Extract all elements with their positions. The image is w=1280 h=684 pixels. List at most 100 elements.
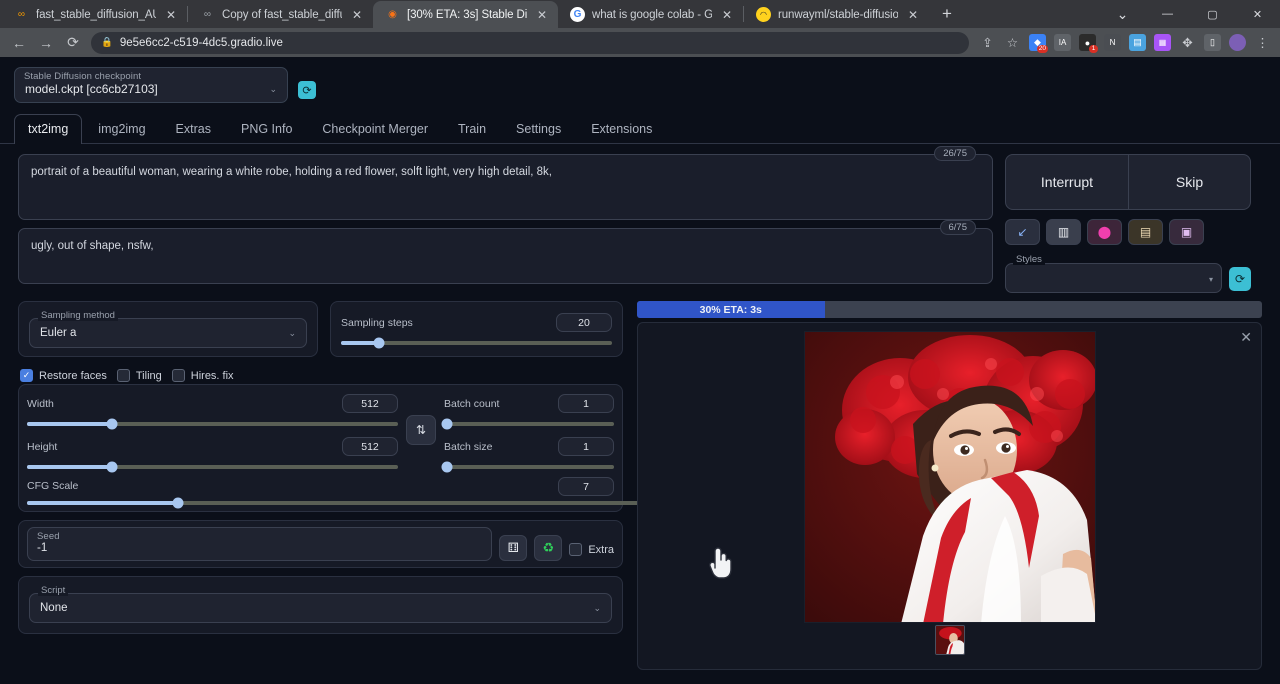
slider-knob[interactable] xyxy=(106,418,118,430)
extension-ia-icon[interactable]: IA xyxy=(1051,31,1074,54)
restore-progress-icon[interactable]: ↙ xyxy=(1005,219,1040,245)
toggle-row: ✓ Restore faces Tiling Hires. fix xyxy=(18,365,623,384)
negative-prompt-input[interactable]: ugly, out of shape, nsfw, 6/75 xyxy=(18,220,993,284)
batch-count-slider[interactable]: Batch count 1 xyxy=(441,391,614,430)
profile-avatar-icon[interactable] xyxy=(1226,31,1249,54)
slider-track[interactable] xyxy=(27,418,398,430)
tab-settings[interactable]: Settings xyxy=(502,114,575,144)
close-icon[interactable]: ✕ xyxy=(534,7,550,23)
seed-value: -1 xyxy=(37,542,48,554)
huggingface-icon: ◠ xyxy=(756,7,771,22)
slider-knob[interactable] xyxy=(373,337,385,349)
browser-tab-0[interactable]: ∞ fast_stable_diffusion_AUTOMA ✕ xyxy=(2,1,187,28)
browser-tab-1[interactable]: ∞ Copy of fast_stable_diffusion_ ✕ xyxy=(188,1,373,28)
window-more-icon[interactable]: ⌄ xyxy=(1100,0,1145,28)
sampling-method-field[interactable]: Sampling method Euler a ⌄ xyxy=(29,310,307,348)
share-icon[interactable]: ⇪ xyxy=(976,31,999,54)
height-value[interactable]: 512 xyxy=(342,437,398,456)
extension-notion-icon[interactable]: N xyxy=(1101,31,1124,54)
slider-track[interactable] xyxy=(441,461,614,473)
browser-tab-2[interactable]: ◉ [30% ETA: 3s] Stable Diffusion ✕ xyxy=(373,1,558,28)
batch-size-slider[interactable]: Batch size 1 xyxy=(441,434,614,473)
back-icon[interactable]: ← xyxy=(6,30,32,56)
extension-square-icon[interactable]: ▯ xyxy=(1201,31,1224,54)
close-icon[interactable]: ✕ xyxy=(163,7,179,23)
styles-dropdown[interactable]: Styles ▾ xyxy=(1005,254,1222,293)
slider-knob[interactable] xyxy=(172,497,184,509)
close-icon[interactable]: ✕ xyxy=(349,7,365,23)
slider-knob[interactable] xyxy=(441,461,453,473)
prompt-input[interactable]: portrait of a beautiful woman, wearing a… xyxy=(18,146,993,220)
generated-image[interactable] xyxy=(803,331,1096,623)
checkbox-icon xyxy=(569,543,583,556)
slider-track[interactable] xyxy=(27,461,398,473)
extra-seed-checkbox[interactable]: Extra xyxy=(569,543,614,556)
browser-window: ∞ fast_stable_diffusion_AUTOMA ✕ ∞ Copy … xyxy=(0,0,1280,684)
clear-prompt-trash-icon[interactable]: ▥ xyxy=(1046,219,1081,245)
refresh-styles-button[interactable]: ⟳ xyxy=(1229,267,1251,291)
tab-extras[interactable]: Extras xyxy=(162,114,225,144)
batch-count-value[interactable]: 1 xyxy=(558,394,614,413)
refresh-checkpoints-button[interactable]: ⟳ xyxy=(298,81,316,99)
extension-avatar-icon[interactable]: ● 1 xyxy=(1076,31,1099,54)
tab-extensions[interactable]: Extensions xyxy=(577,114,666,144)
restore-faces-checkbox[interactable]: ✓ Restore faces xyxy=(20,369,107,382)
tab-img2img[interactable]: img2img xyxy=(84,114,159,144)
slider-knob[interactable] xyxy=(441,418,453,430)
close-icon[interactable]: ✕ xyxy=(1240,329,1252,346)
prompt-tool-buttons: ↙ ▥ ⬤ ▤ ▣ xyxy=(1005,219,1251,245)
chrome-menu-icon[interactable]: ⋮ xyxy=(1251,31,1274,54)
tab-title: [30% ETA: 3s] Stable Diffusion xyxy=(407,8,527,21)
sampling-steps-slider[interactable]: Sampling steps 20 xyxy=(341,310,612,349)
save-style-icon[interactable]: ▣ xyxy=(1169,219,1204,245)
hires-fix-checkbox[interactable]: Hires. fix xyxy=(171,369,234,382)
cfg-scale-value[interactable]: 7 xyxy=(558,477,614,496)
show-extra-networks-icon[interactable]: ⬤ xyxy=(1087,219,1122,245)
sampling-row: Sampling method Euler a ⌄ Sampling steps… xyxy=(18,301,623,365)
slider-track[interactable] xyxy=(341,337,612,349)
gallery-thumbnail-0[interactable] xyxy=(934,625,965,655)
batch-size-value[interactable]: 1 xyxy=(558,437,614,456)
script-field[interactable]: Script None ⌄ xyxy=(29,585,612,623)
browser-tabstrip: ∞ fast_stable_diffusion_AUTOMA ✕ ∞ Copy … xyxy=(0,0,1280,28)
slider-knob[interactable] xyxy=(106,461,118,473)
close-icon[interactable]: ✕ xyxy=(719,7,735,23)
bookmark-star-icon[interactable]: ☆ xyxy=(1001,31,1024,54)
tab-png-info[interactable]: PNG Info xyxy=(227,114,306,144)
sampling-steps-value[interactable]: 20 xyxy=(556,313,612,332)
seed-input[interactable]: Seed -1 xyxy=(27,527,493,561)
webui-page: Stable Diffusion checkpoint model.ckpt [… xyxy=(0,57,1280,684)
toolbar-icon-group: ⇪ ☆ ◆ 20 IA ● 1 N ▤ ▦ ✥ ▯ ⋮ xyxy=(976,31,1274,54)
read-generation-params-icon[interactable]: ▤ xyxy=(1128,219,1163,245)
interrupt-button[interactable]: Interrupt xyxy=(1006,155,1128,209)
height-slider[interactable]: Height 512 xyxy=(27,434,398,473)
width-value[interactable]: 512 xyxy=(342,394,398,413)
checkpoint-dropdown[interactable]: Stable Diffusion checkpoint model.ckpt [… xyxy=(14,67,288,103)
tiling-checkbox[interactable]: Tiling xyxy=(116,369,162,382)
reuse-seed-recycle-icon[interactable]: ♻ xyxy=(534,535,563,561)
extension-grid-icon[interactable]: ▦ xyxy=(1151,31,1174,54)
slider-track[interactable] xyxy=(441,418,614,430)
width-slider[interactable]: Width 512 xyxy=(27,391,398,430)
close-icon[interactable]: ✕ xyxy=(905,7,921,23)
sampling-method-panel: Sampling method Euler a ⌄ xyxy=(18,301,318,357)
new-tab-button[interactable]: + xyxy=(933,0,961,27)
browser-tab-4[interactable]: ◠ runwayml/stable-diffusion-v1 ✕ xyxy=(744,1,929,28)
tab-txt2img[interactable]: txt2img xyxy=(14,114,83,144)
address-bar[interactable]: 🔒 9e5e6cc2-c519-4dc5.gradio.live xyxy=(91,31,969,54)
window-close-button[interactable]: ✕ xyxy=(1235,0,1280,28)
cfg-scale-slider[interactable]: CFG Scale xyxy=(27,477,746,509)
window-maximize-button[interactable]: ▢ xyxy=(1190,0,1235,28)
window-minimize-button[interactable]: — xyxy=(1145,0,1190,28)
extensions-puzzle-icon[interactable]: ✥ xyxy=(1176,31,1199,54)
forward-icon[interactable]: → xyxy=(33,30,59,56)
extension-grammarly-icon[interactable]: ◆ 20 xyxy=(1026,31,1049,54)
extension-image-icon[interactable]: ▤ xyxy=(1126,31,1149,54)
browser-tab-3[interactable]: G what is google colab - Google ✕ xyxy=(558,1,743,28)
skip-button[interactable]: Skip xyxy=(1128,155,1250,209)
random-seed-dice-icon[interactable]: ⚅ xyxy=(499,535,528,561)
swap-dimensions-icon[interactable]: ⇅ xyxy=(406,415,436,445)
tab-checkpoint-merger[interactable]: Checkpoint Merger xyxy=(308,114,442,144)
reload-icon[interactable]: ⟳ xyxy=(60,30,86,56)
tab-train[interactable]: Train xyxy=(444,114,500,144)
